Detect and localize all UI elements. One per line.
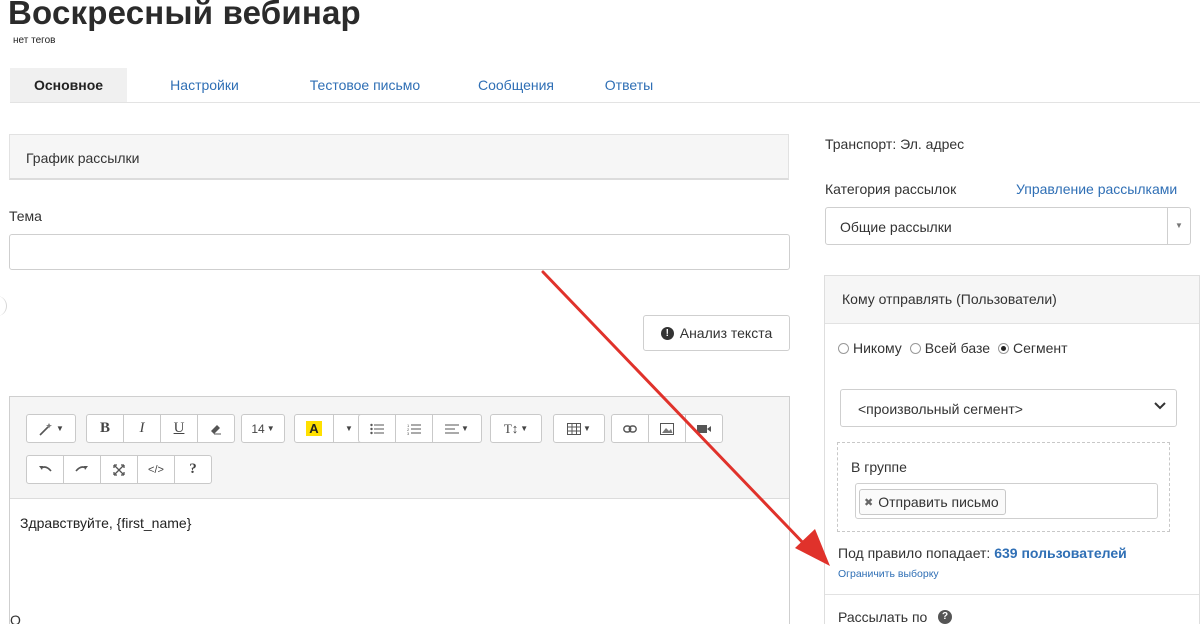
image-icon[interactable] [648, 414, 686, 443]
eraser-icon[interactable] [197, 414, 235, 443]
recipients-title: Кому отправлять (Пользователи) [842, 291, 1057, 307]
schedule-panel[interactable]: График рассылки [9, 134, 789, 180]
bold-icon[interactable]: B [86, 414, 124, 443]
underline-icon[interactable]: U [160, 414, 198, 443]
radio-nobody-label: Никому [853, 340, 902, 356]
code-view-icon[interactable]: </> [137, 455, 175, 484]
rule-count-link[interactable]: 639 пользователей [994, 545, 1127, 561]
radio-nobody[interactable]: Никому [838, 340, 902, 356]
tags-text[interactable]: нет тегов [13, 35, 55, 46]
radio-circle-icon [909, 342, 921, 354]
group-tag-input[interactable]: ✖ Отправить письмо [855, 483, 1158, 519]
category-value: Общие рассылки [840, 219, 952, 235]
radio-checked-icon [998, 342, 1009, 354]
radio-circle-icon [838, 342, 849, 354]
question-circle-icon[interactable]: ? [938, 610, 952, 624]
group-condition-box: В группе ✖ Отправить письмо [837, 442, 1170, 532]
editor-body-text[interactable]: Здравствуйте, {first_name} [20, 515, 191, 531]
radio-segment-label: Сегмент [1013, 340, 1068, 356]
video-icon[interactable] [685, 414, 723, 443]
left-edge-handle[interactable] [0, 296, 7, 316]
font-size-dropdown[interactable]: 14 ▼ [241, 414, 285, 443]
svg-text:3: 3 [407, 431, 410, 435]
schedule-title: График рассылки [26, 150, 140, 166]
line-height-icon[interactable]: T↕ ▼ [490, 414, 542, 443]
toolbar-group-insert [611, 414, 723, 443]
chevron-down-icon [1154, 399, 1166, 413]
group-tag-chip: ✖ Отправить письмо [859, 489, 1006, 515]
rule-prefix: Под правило попадает: [838, 545, 991, 561]
undo-icon[interactable] [26, 455, 64, 484]
link-icon[interactable] [611, 414, 649, 443]
send-by-label: Рассылать по [838, 609, 928, 624]
toolbar-group-paragraph: 123 ▼ [358, 414, 482, 443]
recipients-radio-group: Никому Всей базе Сегмент [838, 340, 1076, 356]
remove-tag-icon[interactable]: ✖ [864, 496, 873, 509]
toolbar-group-style: ▼ [26, 414, 76, 443]
unordered-list-icon[interactable] [358, 414, 396, 443]
font-size-value: 14 [251, 421, 265, 436]
toolbar-group-history: </> ? [26, 455, 212, 484]
analyze-text-label: Анализ текста [679, 325, 773, 341]
segment-select[interactable]: <произвольный сегмент> [840, 389, 1177, 427]
category-select[interactable]: Общие рассылки ▼ [825, 207, 1191, 245]
tab-settings[interactable]: Настройки [127, 68, 282, 102]
tab-replies[interactable]: Ответы [584, 68, 674, 102]
tab-messages[interactable]: Сообщения [448, 68, 584, 102]
text-color-icon[interactable]: A [294, 414, 334, 443]
limit-selection-link[interactable]: Ограничить выборку [838, 568, 939, 580]
recipients-header: Кому отправлять (Пользователи) [825, 276, 1199, 324]
fullscreen-icon[interactable] [100, 455, 138, 484]
group-tag-label: Отправить письмо [878, 494, 999, 510]
chevron-down-icon: ▼ [1167, 208, 1190, 244]
toolbar-group-size: 14 ▼ [241, 414, 285, 443]
tab-test-letter[interactable]: Тестовое письмо [282, 68, 448, 102]
page: Воскресный вебинар нет тегов Основное На… [0, 0, 1200, 624]
ordered-list-icon[interactable]: 123 [395, 414, 433, 443]
align-icon[interactable]: ▼ [432, 414, 482, 443]
radio-whole-base[interactable]: Всей базе [909, 340, 990, 356]
toolbar-group-table: ▼ [553, 414, 605, 443]
manage-mailings-link[interactable]: Управление рассылками [1016, 181, 1177, 197]
rich-text-editor: ▼ B I U 14 ▼ A ▼ 1 2 3 ▼ T↕ ▼ ▼ </> ? Зд… [9, 396, 790, 624]
toolbar-group-height: T↕ ▼ [490, 414, 542, 443]
info-circle-icon: ! [660, 326, 674, 340]
page-title: Воскресный вебинар [8, 0, 361, 31]
tabs-divider [10, 102, 1200, 103]
help-icon[interactable]: ? [174, 455, 212, 484]
category-label: Категория рассылок [825, 181, 957, 197]
subject-label: Тема [9, 208, 42, 224]
radio-whole-base-label: Всей базе [924, 340, 990, 356]
tab-main[interactable]: Основное [10, 68, 127, 102]
group-label: В группе [851, 459, 907, 475]
send-by-row: Рассылать по ? [825, 594, 1199, 624]
rule-summary: Под правило попадает: 639 пользователей [838, 545, 1127, 561]
segment-value: <произвольный сегмент> [858, 401, 1023, 417]
italic-icon[interactable]: I [123, 414, 161, 443]
table-icon[interactable]: ▼ [553, 414, 605, 443]
magic-wand-icon[interactable]: ▼ [26, 414, 76, 443]
editor-toolbar: ▼ B I U 14 ▼ A ▼ 1 2 3 ▼ T↕ ▼ ▼ </> ? [10, 397, 789, 499]
radio-segment[interactable]: Сегмент [998, 340, 1068, 356]
analyze-text-button[interactable]: ! Анализ текста [643, 315, 790, 351]
subject-input[interactable] [9, 234, 790, 270]
toolbar-group-color: A ▼ [294, 414, 365, 443]
toolbar-group-font: B I U [86, 414, 235, 443]
tab-bar: Основное Настройки Тестовое письмо Сообщ… [10, 68, 674, 102]
transport-info: Транспорт: Эл. адрес [825, 136, 965, 152]
redo-icon[interactable] [63, 455, 101, 484]
recipients-panel: Кому отправлять (Пользователи) Никому Вс… [824, 275, 1200, 624]
cut-off-text: О [10, 612, 21, 624]
